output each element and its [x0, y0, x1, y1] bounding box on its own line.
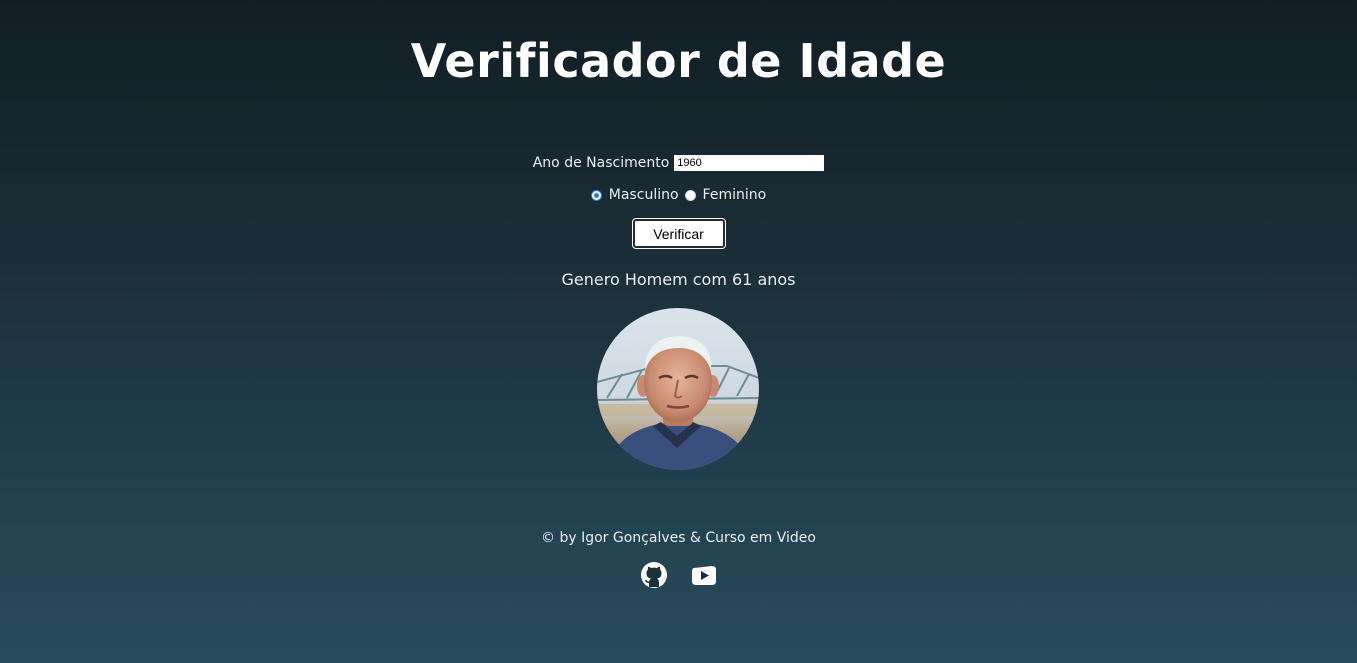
verify-row: Verificar — [0, 218, 1357, 249]
radio-male[interactable] — [590, 189, 602, 201]
radio-male-label[interactable]: Masculino — [609, 187, 679, 203]
footer-credit: © by Igor Gonçalves & Curso em Video — [541, 530, 816, 546]
page-title: Verificador de Idade — [410, 34, 947, 88]
youtube-icon[interactable] — [690, 561, 718, 589]
result-text: Genero Homem com 61 anos — [561, 270, 796, 289]
social-links — [0, 561, 1357, 589]
radio-female-label[interactable]: Feminino — [703, 187, 767, 203]
sex-radio-group: Masculino Feminino — [0, 187, 1357, 203]
birth-year-input[interactable] — [674, 155, 825, 171]
birth-year-row: Ano de Nascimento — [0, 155, 1357, 171]
birth-year-label: Ano de Nascimento — [532, 155, 670, 171]
github-icon[interactable] — [640, 561, 668, 589]
elderly-man-photo — [597, 308, 759, 470]
radio-female[interactable] — [684, 189, 696, 201]
verify-button[interactable]: Verificar — [631, 218, 726, 249]
